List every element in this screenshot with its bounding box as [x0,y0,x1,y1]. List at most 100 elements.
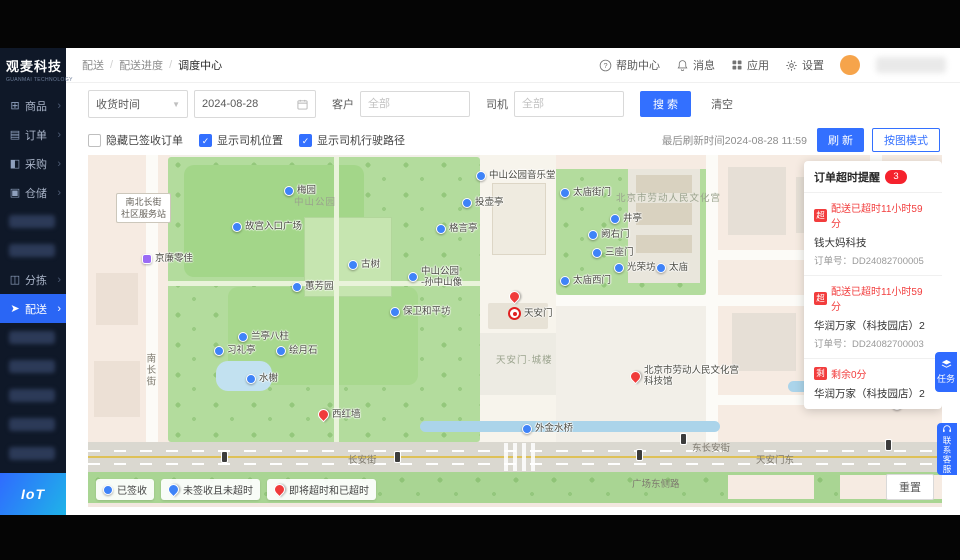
contact-service-button[interactable]: 联系客服 [937,423,957,475]
bell-icon [676,59,689,72]
header-action-apps[interactable]: 应用 [731,57,769,73]
sidebar-item-redacted[interactable] [0,236,66,265]
map-label: 长安街 [348,455,377,466]
redacted-label [9,215,55,228]
map-label[interactable]: 天安门 [508,307,553,320]
alert-item[interactable]: 超配送已超时11小时59分 钱大妈科技 订单号：DD24082700005 [804,192,942,275]
poi-icon [390,306,400,317]
map-label-text: 天安门 [524,307,553,319]
map-label[interactable]: 绘月石 [276,345,318,356]
map-label-text: 南北长街 社区服务站 [121,197,167,220]
sidebar-item-分拣[interactable]: ◫ 分拣 › [0,265,66,294]
traffic-signal-icon [394,451,401,463]
map-label[interactable]: 中山公园 -孙中山像 [408,266,462,289]
overdue-pin-icon[interactable] [627,368,644,385]
map-label[interactable]: 京廉零佳 [142,253,193,264]
poi-icon [246,373,256,384]
sidebar-item-label: 商品 [25,100,47,113]
header-action-gear[interactable]: 设置 [785,57,824,73]
calendar-icon [297,99,308,110]
sidebar-item-redacted[interactable] [0,439,66,468]
map-label[interactable]: 格言亭 [436,223,478,234]
sidebar-item-redacted[interactable] [0,352,66,381]
sidebar-item-配送[interactable]: ➤ 配送 › [0,294,66,323]
alert-item[interactable]: 剩剩余0分 华润万家（科技园店）2 [804,358,942,409]
alert-status: 配送已超时11小时59分 [831,204,923,230]
alert-status: 配送已超时11小时59分 [831,287,923,313]
map-label[interactable]: 太庙西门 [560,275,611,286]
time-type-select[interactable]: 收货时间 ▼ [88,90,188,118]
help-icon: ? [599,59,612,72]
date-picker[interactable]: 2024-08-28 [194,90,316,118]
map-label[interactable]: 水榭 [246,373,278,384]
map-label[interactable]: 外金水桥 [522,423,573,434]
map-label[interactable]: 保卫和平坊 [390,306,451,317]
sidebar-item-label: 仓储 [25,187,47,200]
sidebar-item-商品[interactable]: ⊞ 商品 › [0,91,66,120]
sidebar-item-redacted[interactable] [0,410,66,439]
clear-button[interactable]: 清空 [705,95,739,113]
map-label[interactable]: 阙右门 [588,229,630,240]
sidebar-item-仓储[interactable]: ▣ 仓储 › [0,178,66,207]
map-label[interactable]: 梅园 [284,185,316,196]
header-action-help[interactable]: ? 帮助中心 [599,57,660,73]
map-label[interactable]: 古树 [348,259,380,270]
poi-icon [592,247,602,258]
redacted-label [9,244,55,257]
map-label-text: 太庙街门 [573,187,612,198]
map-mode-button[interactable]: 按图模式 [872,128,940,152]
header-actions: ? 帮助中心 消息 应用 设置 [599,57,824,73]
sidebar-item-订单[interactable]: ▤ 订单 › [0,120,66,149]
map-label[interactable]: 兰亭八柱 [238,331,289,342]
sidebar-item-采购[interactable]: ◧ 采购 › [0,149,66,178]
hide-signed-label: 隐藏已签收订单 [106,135,183,147]
map-label-text: 古树 [361,259,381,270]
breadcrumb-item[interactable]: 配送进度 [119,57,163,73]
map-label[interactable]: 三座门 [592,247,634,258]
traffic-signal-icon [885,439,892,451]
header-action-bell[interactable]: 消息 [676,57,715,73]
breadcrumb-item[interactable]: 调度中心 [178,57,222,73]
sidebar-item-iot[interactable]: IoT [0,473,66,515]
show-route-checkbox[interactable]: ✓ 显示司机行驶路径 [299,132,405,148]
map-label[interactable]: 投壶亭 [462,197,504,208]
sidebar-item-redacted[interactable] [0,207,66,236]
tiananmen-marker-icon[interactable] [508,307,521,320]
hide-signed-checkbox[interactable]: 隐藏已签收订单 [88,132,183,148]
map-label-text: 井亭 [623,213,643,224]
poi-icon [292,281,302,292]
map-label[interactable]: 中山公园音乐堂 [476,170,556,181]
poi-icon [348,259,358,270]
map-label[interactable]: 太庙 [656,262,688,273]
sidebar-item-redacted[interactable] [0,323,66,352]
avatar[interactable] [840,55,860,75]
driver-input[interactable] [514,91,624,117]
poi-icon [276,345,286,356]
map-canvas[interactable]: 梅园 中山公园 中山公园音乐堂 投壶亭 太庙街门 北京市劳动人民文化宫 井亭 南北长街 社区服务… [88,155,942,507]
map-reset-button[interactable]: 重置 [886,474,934,500]
alert-item[interactable]: 超配送已超时11小时59分 华润万家（科技园店）2 订单号：DD2408270000… [804,275,942,358]
map-label[interactable]: 井亭 [610,213,642,224]
map-label[interactable]: 光荣坊 [614,262,656,273]
breadcrumb-separator: / [169,59,173,71]
show-driver-checkbox[interactable]: ✓ 显示司机位置 [199,132,283,148]
map-label[interactable]: 故宫入口广场 [232,221,302,232]
task-float-button[interactable]: 任务 [935,352,957,392]
map-label[interactable]: 习礼亭 [214,345,256,356]
refresh-button[interactable]: 刷 新 [816,128,864,152]
sidebar-menu: ⊞ 商品 › ▤ 订单 › ◧ 采购 › ▣ 仓储 › ◫ 分拣 › ➤ 配送 › [0,88,66,473]
map-label-text: 光荣坊 [627,262,656,273]
breadcrumb-item[interactable]: 配送 [82,57,104,73]
sidebar-item-redacted[interactable] [0,381,66,410]
date-value: 2024-08-28 [202,98,259,110]
map-label-text: 外金水桥 [535,423,574,434]
order-pin-icon[interactable] [506,288,523,305]
map-label[interactable]: 西红墙 [315,406,361,423]
map-label[interactable]: 北京市劳动人民文化宫 科技馆 [627,365,739,388]
map-label[interactable]: 蕙芳园 [292,281,334,292]
search-button[interactable]: 搜 索 [640,91,692,117]
map-label[interactable]: 太庙街门 [560,187,611,198]
map-label: 中山公园 [294,197,336,208]
customer-input[interactable] [360,91,470,117]
overdue-pin-icon[interactable] [315,406,332,423]
